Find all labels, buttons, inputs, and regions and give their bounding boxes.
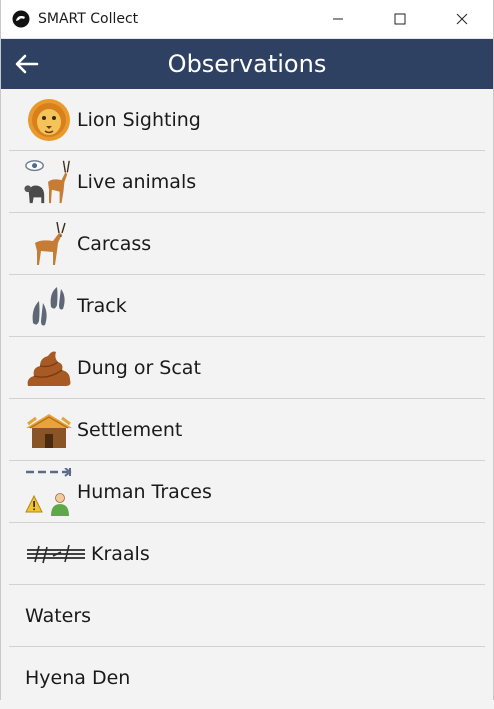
list-item-human-traces[interactable]: Human Traces [9, 461, 485, 523]
list-item-settlement[interactable]: Settlement [9, 399, 485, 461]
minimize-button[interactable] [307, 0, 369, 39]
window-title: SMART Collect [38, 11, 139, 27]
app-window: SMART Collect Observations Lion Sighting… [0, 0, 494, 700]
page-title: Observations [167, 50, 327, 78]
list-item-label: Track [77, 294, 127, 317]
lion-icon [28, 98, 70, 141]
list-item-track[interactable]: Track [9, 275, 485, 337]
list-item-label: Human Traces [77, 480, 212, 503]
list-item-lion-sighting[interactable]: Lion Sighting [9, 89, 485, 151]
list-item-label: Hyena Den [25, 667, 131, 689]
list-item-label: Kraals [91, 542, 150, 565]
back-button[interactable] [13, 50, 41, 78]
close-icon [456, 13, 468, 25]
human-traces-icon [25, 467, 72, 516]
maximize-button[interactable] [369, 0, 431, 39]
title-bar: SMART Collect [1, 0, 493, 39]
fence-icon [27, 544, 85, 563]
list-item-label: Lion Sighting [77, 108, 201, 131]
observation-list: Lion Sighting Live animals Carcass Track… [9, 89, 485, 709]
hut-icon [26, 413, 72, 448]
live-animals-icon [24, 159, 70, 203]
hoof-track-icon [32, 286, 65, 325]
smart-logo-icon [12, 10, 30, 28]
list-item-kraals[interactable]: Kraals [9, 523, 485, 585]
dung-icon [27, 351, 71, 386]
close-button[interactable] [431, 0, 493, 39]
list-item-dung-or-scat[interactable]: Dung or Scat [9, 337, 485, 399]
list-item-waters[interactable]: Waters [9, 585, 485, 647]
minimize-icon [333, 18, 343, 20]
list-item-label: Settlement [77, 418, 183, 441]
antelope-icon [35, 221, 66, 265]
list-item-carcass[interactable]: Carcass [9, 213, 485, 275]
list-item-label: Waters [25, 604, 92, 627]
list-item-live-animals[interactable]: Live animals [9, 151, 485, 213]
list-item-label: Live animals [77, 170, 197, 193]
maximize-icon [394, 13, 406, 25]
back-arrow-icon [15, 54, 39, 74]
app-header: Observations [1, 39, 493, 89]
list-item-label: Carcass [77, 232, 152, 255]
list-item-label: Dung or Scat [77, 356, 201, 379]
